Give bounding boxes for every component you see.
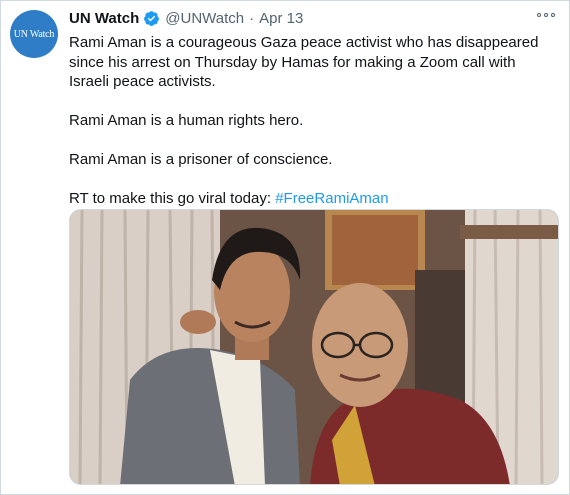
tweet-paragraph: Rami Aman is a human rights hero. — [69, 112, 304, 129]
more-dot — [551, 13, 555, 17]
more-dot — [544, 13, 548, 17]
tweet-photo[interactable] — [69, 209, 559, 485]
tweet-header: UN Watch @UNWatch · Apr 13 — [69, 10, 303, 27]
photo-illustration — [70, 210, 558, 484]
more-dot — [537, 13, 541, 17]
account-name[interactable]: UN Watch — [69, 10, 139, 27]
more-options-icon[interactable] — [537, 13, 555, 19]
tweet-paragraph: Rami Aman is a prisoner of conscience. — [69, 151, 333, 168]
tweet-text-prefix: RT to make this go viral today: — [69, 190, 276, 207]
verified-badge-icon — [144, 11, 160, 26]
tweet-date[interactable]: Apr 13 — [259, 10, 303, 27]
avatar[interactable]: UN Watch — [10, 10, 58, 58]
account-handle[interactable]: @UNWatch — [165, 10, 244, 27]
tweet-body: Rami Aman is a courageous Gaza peace act… — [69, 33, 559, 209]
tweet-paragraph: Rami Aman is a courageous Gaza peace act… — [69, 34, 539, 90]
avatar-logo-text: UN Watch — [13, 28, 55, 40]
tweet-card[interactable]: UN Watch UN Watch @UNWatch · Apr 13 Rami… — [0, 0, 570, 495]
date-separator: · — [249, 10, 255, 27]
hashtag-link[interactable]: #FreeRamiAman — [275, 190, 388, 207]
tweet-paragraph: RT to make this go viral today: #FreeRam… — [69, 189, 559, 209]
